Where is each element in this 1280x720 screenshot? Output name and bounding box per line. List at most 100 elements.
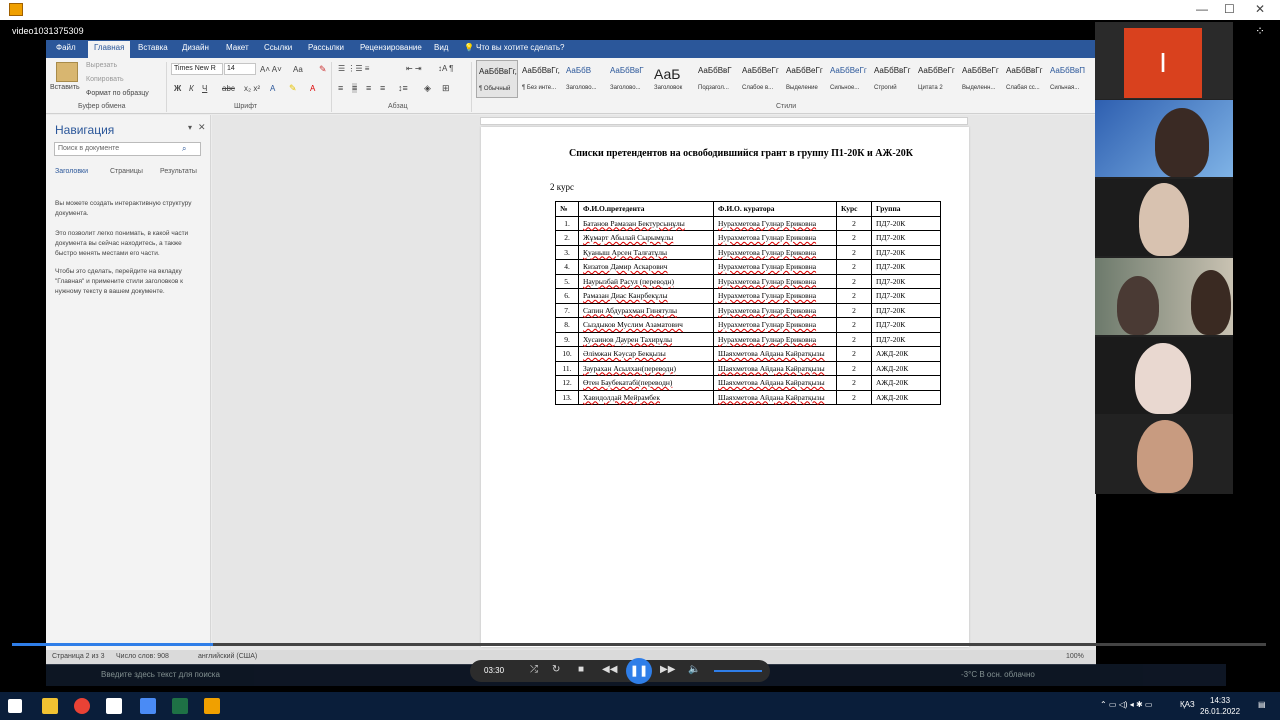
paste-icon[interactable] (56, 62, 78, 82)
tab-layout[interactable]: Макет (226, 43, 249, 52)
nav-options-icon[interactable]: ▾ (188, 123, 192, 132)
style-item[interactable]: АаБбВвГ Подзагол... (696, 60, 738, 98)
language-indicator[interactable]: ҚАЗ (1180, 700, 1195, 709)
bullets-icon[interactable]: ☰ ⋮☰ ≡ (338, 64, 369, 73)
italic-button[interactable]: К (189, 84, 194, 93)
align-center-icon[interactable]: ≡ (352, 83, 358, 93)
participant-tile[interactable] (1095, 416, 1233, 493)
forward-icon[interactable]: ▶▶ (660, 664, 675, 675)
strikethrough-button[interactable]: abc (222, 84, 235, 93)
style-item[interactable]: АаБбВвП Сильная... (1048, 60, 1090, 98)
style-item[interactable]: АаБ Заголовок (652, 60, 694, 98)
style-item[interactable]: АаБбВеГг Цитата 2 (916, 60, 958, 98)
tell-me-box[interactable]: Что вы хотите сделать? (476, 43, 564, 52)
stop-icon[interactable]: ■ (578, 664, 584, 675)
close-icon[interactable]: ✕ (1255, 2, 1265, 16)
document-page[interactable]: Списки претендентов на освободившийся гр… (481, 127, 969, 647)
participant-tile[interactable] (1095, 179, 1233, 256)
style-item[interactable]: АаБбВвГ Заголово... (608, 60, 650, 98)
excel-icon[interactable] (172, 698, 188, 714)
tab-references[interactable]: Ссылки (264, 43, 292, 52)
indent-icon[interactable]: ⇤ ⇥ (406, 64, 422, 73)
nav-search-input[interactable]: Поиск в документе (54, 142, 201, 156)
subscript-button[interactable]: x₂ x² (244, 84, 260, 93)
minimize-icon[interactable]: — (1196, 2, 1208, 16)
search-icon[interactable]: ⌕ (182, 144, 186, 154)
rewind-icon[interactable]: ◀◀ (602, 664, 617, 675)
horizontal-ruler[interactable] (480, 117, 968, 125)
cell-course-text: 2 (852, 276, 856, 286)
layout-icon[interactable]: ⁘ (1255, 24, 1265, 38)
maximize-icon[interactable]: ☐ (1224, 2, 1235, 16)
page-counter[interactable]: Страница 2 из 3 (52, 653, 104, 660)
seek-bar[interactable] (12, 643, 1266, 646)
style-item[interactable]: АаБбВвГг Слабая сс... (1004, 60, 1046, 98)
tab-file[interactable]: Файл (56, 43, 76, 52)
tab-design[interactable]: Дизайн (182, 43, 209, 52)
grow-font-icon[interactable]: A˄ A˅ (260, 65, 282, 74)
font-name-select[interactable]: Times New R (171, 63, 223, 75)
tab-review[interactable]: Рецензирование (360, 43, 422, 52)
pause-button[interactable]: ❚❚ (626, 658, 652, 684)
start-icon[interactable] (8, 699, 22, 713)
nav-tab-results[interactable]: Результаты (160, 168, 197, 175)
navigation-pane: Навигация ▾ ✕ Поиск в документе ⌕ Заголо… (46, 115, 211, 655)
nav-tab-headings[interactable]: Заголовки (55, 168, 88, 175)
table-row: 2. Жұмарт Абылай Сырымұлы Нурахметова Гулн… (555, 230, 941, 246)
align-right-icon[interactable]: ≡ (366, 83, 371, 93)
zoom-level[interactable]: 100% (1066, 653, 1084, 660)
repeat-icon[interactable]: ↻ (552, 664, 560, 675)
style-item[interactable]: АаБбВеГг Слабое в... (740, 60, 782, 98)
font-size-select[interactable]: 14 (224, 63, 256, 75)
taskbar-clock[interactable]: 14:33 26.01.2022 (1200, 695, 1240, 717)
style-item[interactable]: АаБбВ Заголово... (564, 60, 606, 98)
app-icon[interactable] (106, 698, 122, 714)
copy-button[interactable]: Копировать (86, 76, 124, 83)
participant-tile[interactable] (1095, 258, 1233, 335)
zoom-icon[interactable] (140, 698, 156, 714)
tab-home[interactable]: Главная (88, 41, 131, 58)
word-count[interactable]: Число слов: 908 (116, 653, 169, 660)
justify-icon[interactable]: ≡ (380, 83, 385, 93)
style-item[interactable]: АаБбВвГг, ¶ Без инте... (520, 60, 562, 98)
paste-button[interactable]: Вставить (50, 84, 80, 91)
volume-slider[interactable] (714, 670, 762, 672)
style-item[interactable]: АаБбВеГг Выделенн... (960, 60, 1002, 98)
style-item[interactable]: АаБбВвГг Строгий (872, 60, 914, 98)
change-case-icon[interactable]: Aa (293, 65, 303, 74)
style-item[interactable]: АаБбВеГг Выделение (784, 60, 826, 98)
tab-insert[interactable]: Вставка (138, 43, 168, 52)
header-name: Ф.И.О.претедента (578, 201, 714, 217)
language-indicator[interactable]: английский (США) (198, 653, 257, 660)
clear-format-icon[interactable]: ✎ (319, 64, 327, 75)
line-spacing-icon[interactable]: ↕≡ (398, 83, 408, 93)
shading-icon[interactable]: ◈ (424, 83, 431, 94)
format-painter-button[interactable]: Формат по образцу (86, 90, 149, 97)
font-color-icon[interactable]: A (310, 84, 315, 93)
participant-tile[interactable]: I (1095, 22, 1233, 99)
text-effects-icon[interactable]: A (270, 84, 275, 93)
bold-button[interactable]: Ж (174, 84, 181, 93)
borders-icon[interactable]: ⊞ (442, 83, 450, 94)
highlight-icon[interactable]: ✎ (289, 83, 297, 94)
nav-close-icon[interactable]: ✕ (198, 122, 206, 133)
style-item[interactable]: АаБбВеГг Сильное... (828, 60, 870, 98)
sort-icon[interactable]: ↕A ¶ (438, 64, 453, 73)
cut-button[interactable]: Вырезать (86, 62, 117, 69)
nav-tab-pages[interactable]: Страницы (110, 168, 143, 175)
file-explorer-icon[interactable] (42, 698, 58, 714)
media-player-icon[interactable] (204, 698, 220, 714)
notifications-icon[interactable]: ▤ (1258, 700, 1266, 709)
tab-view[interactable]: Вид (434, 43, 448, 52)
style-item[interactable]: АаБбВвГг, ¶ Обычный (476, 60, 518, 98)
align-left-icon[interactable]: ≡ (338, 83, 343, 93)
underline-button[interactable]: Ч (202, 84, 207, 93)
chrome-icon[interactable] (74, 698, 90, 714)
style-sample: АаБбВвГг (874, 66, 911, 75)
tab-mailings[interactable]: Рассылки (308, 43, 344, 52)
shuffle-icon[interactable]: ⤮ (530, 664, 538, 675)
participant-tile[interactable] (1095, 337, 1233, 414)
volume-icon[interactable]: 🔈 (688, 664, 700, 675)
tray-icons[interactable]: ⌃ ▭ ◁) ◂ ✱ ▭ (1100, 700, 1152, 709)
participant-tile[interactable] (1095, 100, 1233, 177)
